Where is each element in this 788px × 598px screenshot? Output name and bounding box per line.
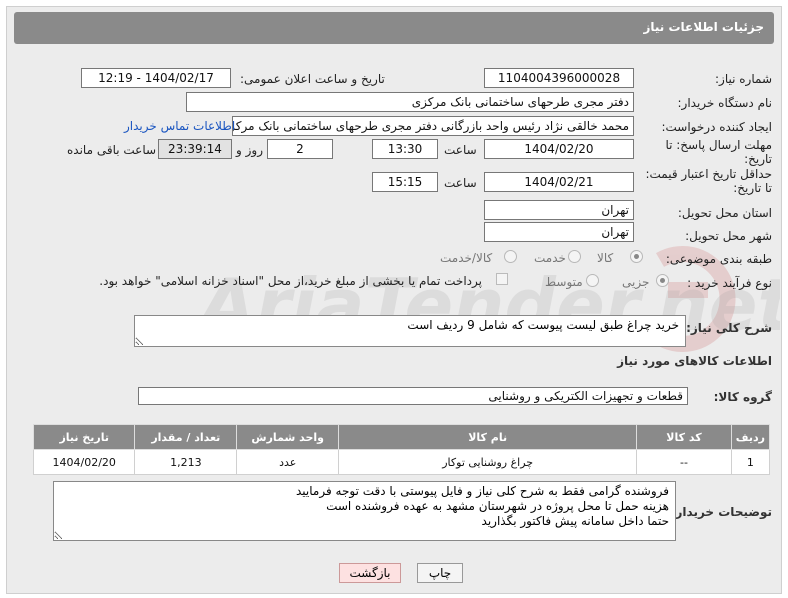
description-label: شرح کلی نیاز: [686, 321, 772, 335]
days-label: روز و [236, 143, 263, 157]
province-field: تهران [484, 200, 634, 220]
cell-unit: عدد [236, 449, 340, 475]
announce-label: تاریخ و ساعت اعلان عمومی: [240, 72, 385, 86]
category-radio-goods[interactable] [630, 250, 643, 263]
validity-time-label: ساعت [444, 176, 477, 190]
deadline-label-2: تاریخ: [744, 152, 772, 166]
print-button[interactable]: چاپ [417, 563, 463, 583]
validity-label-1: حداقل تاریخ اعتبار قیمت: [645, 167, 772, 181]
remaining-label: ساعت باقی مانده [67, 143, 157, 157]
buyer-contact-link[interactable]: اطلاعات تماس خریدار [124, 119, 235, 133]
col-unit: واحد شمارش [236, 424, 340, 450]
process-option-minor: جزیی [622, 275, 650, 289]
cell-row: 1 [730, 449, 771, 475]
need-number-field: 1104004396000028 [484, 68, 634, 88]
deadline-label-1: مهلت ارسال پاسخ: تا [665, 138, 772, 152]
buyer-notes-textarea[interactable]: فروشنده گرامی فقط به شرح کلی نیاز و فایل… [53, 481, 676, 541]
cell-name: چراغ روشنایی توکار [338, 449, 638, 475]
back-button[interactable]: بازگشت [339, 563, 401, 583]
requester-field: محمد خالقی نژاد رئیس واحد بازرگانی دفتر … [232, 116, 634, 136]
panel-title: جزئیات اطلاعات نیاز [643, 20, 764, 34]
goods-section-title: اطلاعات کالاهای مورد نیاز [617, 354, 772, 368]
table-row[interactable]: 1 -- چراغ روشنایی توکار عدد 1,213 1404/0… [32, 449, 771, 475]
category-radio-goods-service[interactable] [504, 250, 517, 263]
deadline-time-label: ساعت [444, 143, 477, 157]
goods-table: ردیف کد کالا نام کالا واحد شمارش تعداد /… [32, 424, 771, 475]
buyer-notes-label: توضیحات خریدار: [670, 505, 772, 519]
category-option-service: خدمت [534, 251, 566, 265]
category-option-goods-service: کالا/خدمت [440, 251, 493, 265]
requester-label: ایجاد کننده درخواست: [661, 120, 772, 134]
need-number-label: شماره نیاز: [715, 72, 772, 86]
buyer-org-label: نام دستگاه خریدار: [677, 96, 773, 110]
process-radio-minor[interactable] [656, 274, 669, 287]
goods-table-header: ردیف کد کالا نام کالا واحد شمارش تعداد /… [32, 424, 771, 450]
treasury-checkbox[interactable] [496, 273, 508, 285]
validity-time-field: 15:15 [372, 172, 438, 192]
validity-label-2: تا تاریخ: [733, 181, 772, 195]
deadline-date-field: 1404/02/20 [484, 139, 634, 159]
panel-header: جزئیات اطلاعات نیاز [14, 12, 774, 44]
col-code: کد کالا [636, 424, 732, 450]
description-textarea[interactable]: خرید چراغ طبق لیست پیوست که شامل 9 ردیف … [134, 315, 686, 347]
goods-group-field: قطعات و تجهیزات الکتریکی و روشنایی [138, 387, 688, 405]
col-row: ردیف [730, 424, 771, 450]
process-radio-medium[interactable] [586, 274, 599, 287]
city-field: تهران [484, 222, 634, 242]
process-option-medium: متوسط [545, 275, 583, 289]
buyer-org-field: دفتر مجری طرحهای ساختمانی بانک مرکزی [186, 92, 634, 112]
category-radio-service[interactable] [568, 250, 581, 263]
province-label: استان محل تحویل: [677, 206, 772, 220]
process-label: نوع فرآیند خرید : [687, 276, 772, 290]
treasury-note: پرداخت تمام یا بخشی از مبلغ خرید،از محل … [99, 274, 482, 288]
goods-group-label: گروه کالا: [713, 390, 772, 404]
validity-date-field: 1404/02/21 [484, 172, 634, 192]
cell-need-date: 1404/02/20 [32, 449, 136, 475]
category-option-goods: کالا [597, 251, 614, 265]
category-label: طبقه بندی موضوعی: [665, 252, 772, 266]
days-field: 2 [267, 139, 333, 159]
col-need-date: تاریخ نیاز [32, 424, 136, 450]
deadline-time-field: 13:30 [372, 139, 438, 159]
cell-quantity: 1,213 [134, 449, 238, 475]
col-name: نام کالا [338, 424, 638, 450]
col-quantity: تعداد / مقدار [134, 424, 238, 450]
cell-code: -- [636, 449, 732, 475]
remaining-time-field: 23:39:14 [158, 139, 232, 159]
city-label: شهر محل تحویل: [685, 229, 772, 243]
announce-field: 1404/02/17 - 12:19 [81, 68, 231, 88]
